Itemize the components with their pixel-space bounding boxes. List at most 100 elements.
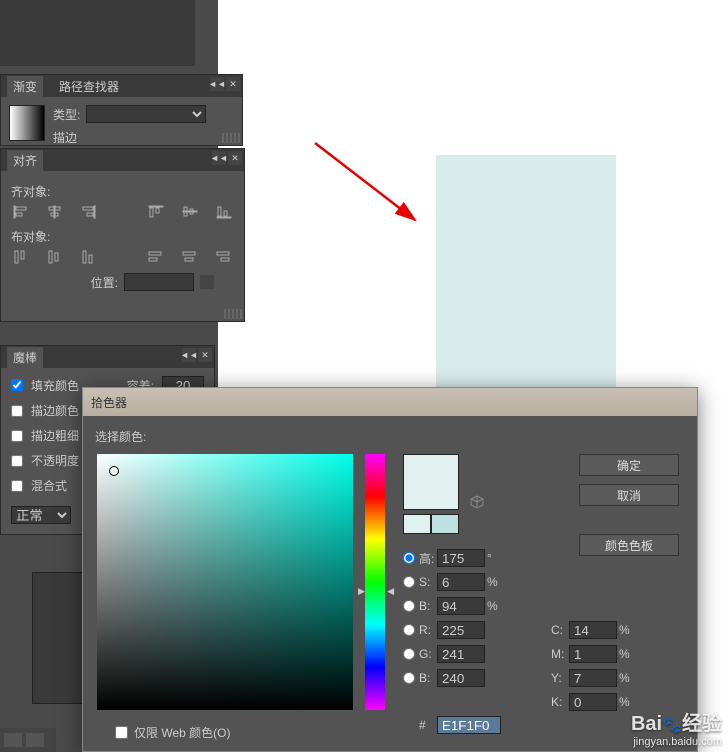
dist-left-icon[interactable] [146, 249, 166, 265]
b2-label: B: [419, 671, 437, 685]
k-label: K: [551, 695, 569, 709]
y-label: Y: [551, 671, 569, 685]
tab-gradient[interactable]: 渐变 [7, 76, 43, 97]
blend-mode-select[interactable]: 正常 [11, 506, 71, 524]
tab-align[interactable]: 对齐 [7, 150, 43, 171]
dist-right-icon[interactable] [214, 249, 234, 265]
dist-top-icon[interactable] [11, 249, 31, 265]
m-unit: % [619, 647, 633, 661]
align-right-icon[interactable] [79, 204, 99, 220]
align-panel: ◄◄✕ 对齐 齐对象: 布对象: 位置: [0, 148, 245, 322]
fill-color-label: 填充颜色 [31, 377, 79, 394]
watermark: Bai🐾经验 jingyan.baidu.com [631, 707, 722, 748]
panel-collapse-icon[interactable]: ◄◄ [182, 348, 196, 362]
b-input[interactable] [437, 597, 485, 615]
web-only-checkbox[interactable] [115, 726, 128, 739]
stroke-color-label: 描边颜色 [31, 402, 79, 419]
align-left-icon[interactable] [11, 204, 31, 220]
panel-collapse-icon[interactable]: ◄◄ [210, 77, 224, 91]
h-label: 高: [419, 550, 437, 567]
tab-magic-wand[interactable]: 魔棒 [7, 347, 43, 368]
color-preview-current [403, 454, 459, 510]
position-stepper[interactable] [200, 275, 214, 289]
stroke-weight-checkbox[interactable] [11, 430, 23, 442]
panel-close-icon[interactable]: ✕ [198, 348, 212, 362]
s-radio[interactable] [403, 576, 415, 588]
tab-pathfinder[interactable]: 路径查找器 [53, 76, 125, 97]
blend-mode-label: 混合式 [31, 477, 67, 494]
dist-hcenter-icon[interactable] [180, 249, 200, 265]
m-input[interactable] [569, 645, 617, 663]
swatches-button[interactable]: 颜色色板 [579, 534, 679, 556]
b-label: B: [419, 599, 437, 613]
stroke-label: 描边 [53, 129, 206, 146]
resize-grip[interactable] [224, 309, 242, 319]
y-unit: % [619, 671, 633, 685]
h-radio[interactable] [403, 552, 415, 564]
dialog-titlebar[interactable]: 拾色器 [83, 388, 697, 416]
stroke-weight-label: 描边粗细 [31, 427, 79, 444]
nav-next-icon[interactable] [26, 733, 44, 747]
c-label: C: [551, 623, 569, 637]
blend-mode-checkbox[interactable] [11, 480, 23, 492]
m-label: M: [551, 647, 569, 661]
b2-input[interactable] [437, 669, 485, 687]
dist-vcenter-icon[interactable] [45, 249, 65, 265]
dist-bottom-icon[interactable] [79, 249, 99, 265]
r-input[interactable] [437, 621, 485, 639]
b2-radio[interactable] [403, 672, 415, 684]
panel-close-icon[interactable]: ✕ [226, 77, 240, 91]
b-unit: % [487, 599, 501, 613]
sample-rectangle[interactable] [436, 155, 616, 387]
dialog-title: 拾色器 [91, 394, 127, 411]
align-hcenter-icon[interactable] [45, 204, 65, 220]
r-label: R: [419, 623, 437, 637]
opacity-checkbox[interactable] [11, 455, 23, 467]
gradient-swatch[interactable] [9, 105, 45, 141]
distribute-objects-label: 布对象: [11, 228, 234, 245]
gradient-type-select[interactable] [86, 105, 206, 123]
align-bottom-icon[interactable] [214, 204, 234, 220]
position-input[interactable] [124, 273, 194, 291]
type-label: 类型: [53, 106, 80, 123]
gradient-panel: ◄◄✕ 渐变 路径查找器 类型: 描边 [0, 74, 243, 146]
g-radio[interactable] [403, 648, 415, 660]
c-input[interactable] [569, 621, 617, 639]
r-radio[interactable] [403, 624, 415, 636]
s-label: S: [419, 575, 437, 589]
resize-grip[interactable] [222, 133, 240, 143]
opacity-label: 不透明度 [31, 452, 79, 469]
h-unit: ° [487, 551, 501, 565]
color-preview-compare[interactable] [403, 514, 459, 534]
align-vcenter-icon[interactable] [180, 204, 200, 220]
c-unit: % [619, 623, 633, 637]
stroke-color-checkbox[interactable] [11, 405, 23, 417]
cube-icon [469, 494, 485, 510]
hue-slider[interactable] [365, 454, 385, 710]
select-color-label: 选择颜色: [95, 428, 685, 445]
panel-collapse-icon[interactable]: ◄◄ [212, 151, 226, 165]
y-input[interactable] [569, 669, 617, 687]
hex-input[interactable] [437, 716, 501, 734]
bottom-bar [0, 728, 56, 752]
color-cursor [109, 466, 119, 476]
hex-label: # [419, 718, 437, 732]
saturation-value-field[interactable] [97, 454, 353, 710]
panel-close-icon[interactable]: ✕ [228, 151, 242, 165]
b-radio[interactable] [403, 600, 415, 612]
position-label: 位置: [91, 274, 118, 291]
fill-color-checkbox[interactable] [11, 379, 23, 391]
nav-prev-icon[interactable] [4, 733, 22, 747]
align-objects-label: 齐对象: [11, 183, 234, 200]
align-top-icon[interactable] [146, 204, 166, 220]
h-input[interactable] [437, 549, 485, 567]
g-input[interactable] [437, 645, 485, 663]
k-input[interactable] [569, 693, 617, 711]
s-unit: % [487, 575, 501, 589]
cancel-button[interactable]: 取消 [579, 484, 679, 506]
ok-button[interactable]: 确定 [579, 454, 679, 476]
s-input[interactable] [437, 573, 485, 591]
g-label: G: [419, 647, 437, 661]
web-only-label: 仅限 Web 颜色(O) [134, 724, 230, 741]
color-picker-dialog: 拾色器 选择颜色: 确定 取消 颜色色板 高: ° S:% B:% R: [82, 387, 698, 752]
